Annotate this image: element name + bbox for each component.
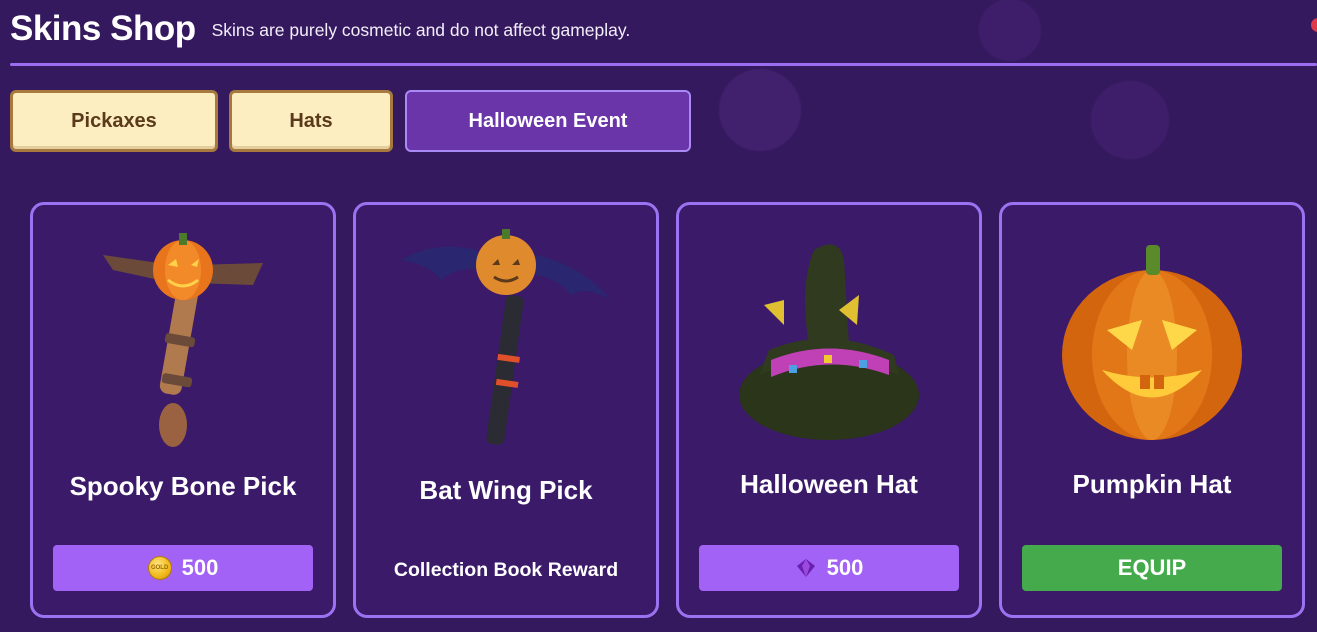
coin-icon: GOLD — [147, 556, 172, 580]
gem-icon — [796, 559, 815, 577]
header: Skins Shop Skins are purely cosmetic and… — [10, 6, 630, 52]
page-subtitle: Skins are purely cosmetic and do not aff… — [211, 19, 631, 40]
buy-button[interactable]: 500 — [699, 545, 959, 591]
spooky-bone-pick-icon — [33, 225, 333, 455]
item-name: Halloween Hat — [740, 469, 918, 499]
tab-pickaxes[interactable]: Pickaxes — [10, 90, 218, 152]
price-value: 500 — [826, 555, 864, 580]
item-card-bat-wing-pick[interactable]: Bat Wing Pick Collection Book Reward — [353, 202, 659, 618]
witch-hat-icon — [679, 225, 979, 455]
buy-button[interactable]: GOLD 500 — [53, 545, 313, 591]
tab-label: Pickaxes — [71, 109, 157, 132]
item-name: Bat Wing Pick — [419, 475, 593, 505]
tab-label: Hats — [289, 109, 333, 132]
item-card-spooky-bone-pick[interactable]: Spooky Bone Pick GOLD 500 — [30, 202, 336, 618]
tab-hats[interactable]: Hats — [229, 90, 393, 152]
tab-label: Halloween Event — [468, 109, 628, 132]
item-name: Spooky Bone Pick — [69, 471, 297, 501]
page-title: Skins Shop — [10, 9, 196, 48]
collection-reward-label: Collection Book Reward — [393, 559, 619, 581]
item-name: Pumpkin Hat — [1072, 469, 1232, 499]
pumpkin-icon — [1002, 225, 1302, 455]
bat-wing-pick-icon — [356, 225, 656, 455]
skins-shop-screen: Skins Shop Skins are purely cosmetic and… — [0, 0, 1317, 632]
item-card-halloween-hat[interactable]: Halloween Hat 500 — [676, 202, 982, 618]
header-divider — [10, 63, 1317, 66]
tab-halloween-event[interactable]: Halloween Event — [405, 90, 691, 152]
close-icon[interactable] — [1311, 18, 1317, 32]
equip-button[interactable]: EQUIP — [1022, 545, 1282, 591]
item-card-pumpkin-hat[interactable]: Pumpkin Hat EQUIP — [999, 202, 1305, 618]
price-value: 500 — [181, 555, 219, 580]
equip-label: EQUIP — [1117, 555, 1187, 580]
